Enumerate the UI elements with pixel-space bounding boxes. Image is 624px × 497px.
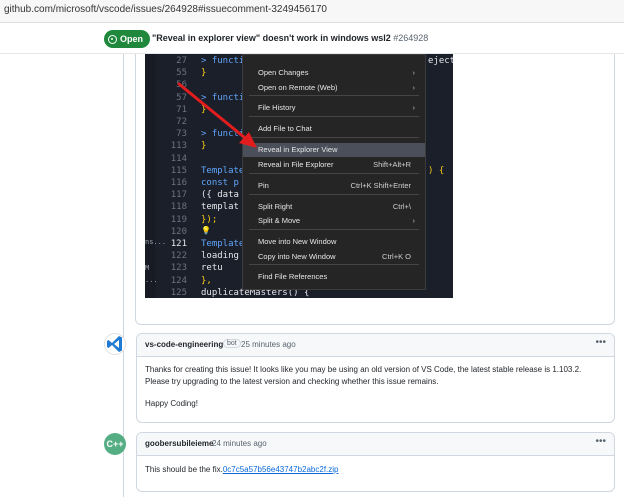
lightbulb-icon: 💡 <box>201 226 211 235</box>
line-code: }, <box>201 275 212 286</box>
line-number: 118 <box>170 202 187 213</box>
menu-separator <box>249 116 419 117</box>
comment-card-user: goobersubileieme 24 minutes ago ••• This… <box>136 432 615 492</box>
code-fragment-ejecte: ejecte <box>428 56 453 66</box>
menu-item[interactable]: Pin Ctrl+K Shift+Enter <box>243 179 425 193</box>
comment-timestamp[interactable]: 25 minutes ago <box>241 340 296 349</box>
line-number: 116 <box>170 178 187 188</box>
timeline-line <box>123 54 124 497</box>
issue-open-icon <box>108 34 117 44</box>
comment-paragraph: Happy Coding! <box>145 399 198 408</box>
line-code: Template <box>201 165 245 176</box>
menu-item-label: Open on Remote (Web) <box>258 83 338 92</box>
submenu-chevron-icon: › <box>412 216 416 225</box>
menu-item-label: Split & Move <box>258 216 301 225</box>
menu-item-label: Find File References <box>258 272 328 281</box>
menu-item[interactable]: Open on Remote (Web) › <box>243 81 425 95</box>
strip-text-3: ... <box>145 276 158 284</box>
line-number: 117 <box>170 190 187 201</box>
browser-address-bar[interactable]: github.com/microsoft/vscode/issues/26492… <box>0 0 624 23</box>
url-text[interactable]: github.com/microsoft/vscode/issues/26492… <box>4 4 327 15</box>
submenu-chevron-icon: › <box>412 83 416 92</box>
menu-separator <box>249 173 419 174</box>
menu-separator <box>249 264 419 265</box>
kebab-menu-icon[interactable]: ••• <box>595 436 606 447</box>
menu-item-label: Open Changes <box>258 68 309 77</box>
menu-item-label: Split Right <box>258 202 293 211</box>
menu-item-label: Add File to Chat <box>258 124 312 133</box>
menu-item-shortcut: Shift+Alt+R <box>373 160 411 169</box>
line-number: 125 <box>170 287 187 298</box>
comment-author[interactable]: vs-code-engineering <box>145 340 223 349</box>
comment-text: This should be the fix. <box>145 465 223 474</box>
menu-item[interactable]: Find File References <box>243 270 425 284</box>
menu-item-label: Reveal in File Explorer <box>258 160 334 169</box>
line-code: retu <box>201 263 223 274</box>
line-code: }); <box>201 214 218 225</box>
line-number: 27 <box>176 56 187 66</box>
line-code: ({ data <box>201 190 239 201</box>
line-code: const p <box>201 178 239 188</box>
menu-separator <box>249 137 419 138</box>
line-number: 115 <box>170 165 187 176</box>
line-number: 123 <box>170 263 187 274</box>
comment-author[interactable]: goobersubileieme <box>145 439 213 448</box>
line-code: templat <box>201 202 239 213</box>
menu-item[interactable]: Copy into New Window Ctrl+K O <box>243 250 425 264</box>
line-number: 122 <box>170 251 187 262</box>
strip-text-1: ns... <box>145 238 167 246</box>
menu-item[interactable]: File History › <box>243 101 425 115</box>
context-menu: Open Changes › Open on Remote (Web) › File H… <box>242 54 426 290</box>
menu-separator <box>249 194 419 195</box>
issue-state-badge: Open <box>104 30 151 48</box>
line-code: loading <box>201 251 239 262</box>
issue-state-label: Open <box>120 34 144 44</box>
code-fragment-brace: ) { <box>428 166 445 176</box>
menu-item[interactable]: Add File to Chat <box>243 122 425 136</box>
strip-text-2: M <box>145 264 150 272</box>
issue-title-text[interactable]: "Reveal in explorer view" doesn't work i… <box>152 33 391 43</box>
comment-body: This should be the fix.0c7c5a57b56e43747… <box>145 464 338 476</box>
line-number: 55 <box>176 68 187 79</box>
submenu-chevron-icon: › <box>412 68 416 77</box>
line-number: 124 <box>170 275 187 286</box>
red-annotation-arrow <box>177 82 257 148</box>
attachment-link[interactable]: 0c7c5a57b56e43747b2abc2f.zip <box>223 465 339 474</box>
menu-item-shortcut: Ctrl+\ <box>392 202 411 211</box>
menu-item[interactable]: Open Changes › <box>243 66 425 80</box>
submenu-chevron-icon: › <box>412 103 416 112</box>
line-code: } <box>201 68 207 79</box>
comment-card-bot: vs-code-engineering bot 25 minutes ago •… <box>136 333 615 423</box>
menu-separator <box>249 229 419 230</box>
menu-item[interactable]: Split Right Ctrl+\ <box>243 200 425 214</box>
vscode-logo-icon[interactable] <box>104 333 126 355</box>
bot-badge: bot <box>223 339 241 348</box>
menu-item-shortcut: Ctrl+K O <box>382 252 411 261</box>
menu-item[interactable]: Reveal in File Explorer Shift+Alt+R <box>243 158 425 172</box>
menu-item-label: Move into New Window <box>258 237 337 246</box>
comment-timestamp[interactable]: 24 minutes ago <box>212 439 267 448</box>
line-number: 120 <box>170 226 187 237</box>
comment-paragraph: Thanks for creating this issue! It looks… <box>145 365 582 386</box>
issue-title[interactable]: "Reveal in explorer view" doesn't work i… <box>152 33 428 43</box>
menu-item-label: Reveal in Explorer View <box>258 145 338 154</box>
menu-item[interactable]: Split & Move › <box>243 214 425 228</box>
editor-right-strip: ejecte ) { <box>427 54 453 298</box>
line-code: Template <box>201 239 245 249</box>
cpp-avatar-icon[interactable]: C++ <box>104 433 126 455</box>
menu-separator <box>249 95 419 96</box>
menu-item-label: Copy into New Window <box>258 252 336 261</box>
menu-item-label: Pin <box>258 181 269 190</box>
kebab-menu-icon[interactable]: ••• <box>595 337 606 348</box>
menu-item-shortcut: Ctrl+K Shift+Enter <box>350 181 411 190</box>
issue-number: #264928 <box>393 33 429 43</box>
menu-item[interactable]: Move into New Window <box>243 235 425 249</box>
menu-item[interactable]: Reveal in Explorer View <box>243 143 425 157</box>
line-number: 119 <box>170 214 187 225</box>
